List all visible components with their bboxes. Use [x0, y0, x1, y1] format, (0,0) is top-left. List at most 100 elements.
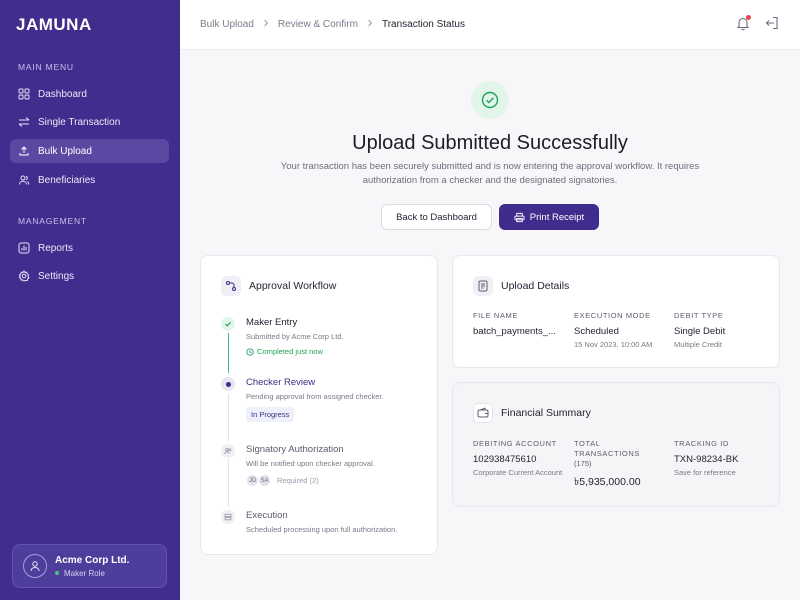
wallet-icon — [473, 403, 493, 423]
status-badge: In Progress — [246, 407, 295, 422]
users-icon — [221, 444, 235, 458]
debiting-account-sub: Corporate Current Account — [473, 468, 563, 477]
step-description: Submitted by Acme Corp Ltd. — [246, 332, 344, 341]
field-label: DEBIT TYPE — [674, 311, 724, 320]
workflow-connector — [228, 394, 229, 442]
grid-icon — [18, 88, 30, 100]
avatar — [23, 554, 47, 578]
step-description: Pending approval from assigned checker. — [246, 392, 384, 401]
sidebar-item-dashboard[interactable]: Dashboard — [10, 82, 169, 106]
logout-icon[interactable] — [764, 15, 780, 31]
server-icon — [221, 510, 235, 524]
field-label: DEBITING ACCOUNT — [473, 439, 557, 448]
status-description: Your transaction has been securely submi… — [280, 161, 700, 186]
sidebar-item-label: Bulk Upload — [38, 145, 92, 157]
field-label: EXECUTION MODE — [574, 311, 651, 320]
debiting-account-value: 102938475610 — [473, 454, 537, 465]
gear-icon — [18, 270, 30, 282]
step-description: Scheduled processing upon full authoriza… — [246, 525, 398, 534]
signatory-list: JD SA Required (2) — [246, 474, 426, 487]
sidebar-item-reports[interactable]: Reports — [10, 236, 169, 260]
sidebar-item-beneficiaries[interactable]: Beneficiaries — [10, 168, 169, 192]
back-to-dashboard-button[interactable]: Back to Dashboard — [381, 204, 492, 230]
total-transactions-field: TOTAL TRANSACTIONS (175) ৳5,935,000.00 — [574, 439, 654, 492]
total-transactions-count: (175) — [574, 459, 592, 468]
step-name: Checker Review — [246, 377, 316, 388]
file-name-value: batch_payments_... — [473, 326, 556, 337]
field-label: FILE NAME — [473, 311, 518, 320]
card-title: Upload Details — [501, 280, 570, 292]
workflow-connector — [228, 333, 229, 373]
card-header: Upload Details — [473, 276, 569, 296]
user-icon — [30, 561, 40, 572]
print-receipt-label: Print Receipt — [529, 211, 585, 223]
card-title: Approval Workflow — [249, 280, 337, 292]
step-status: Completed just now — [246, 347, 426, 356]
field-label: TRACKING ID — [674, 439, 729, 448]
approval-workflow-card: Approval Workflow Maker Entry Submitted … — [200, 255, 438, 555]
users-icon — [18, 174, 30, 186]
sidebar-item-label: Reports — [38, 242, 74, 254]
notification-badge — [746, 15, 751, 20]
sidebar-item-settings[interactable]: Settings — [10, 264, 169, 288]
top-header: Bulk Upload Review & Confirm Transaction… — [180, 0, 800, 50]
brand-logo: JAMUNA — [16, 15, 92, 34]
printer-icon — [514, 212, 525, 222]
upload-icon — [18, 145, 30, 157]
sidebar: JAMUNA MAIN MENU Dashboard Single Transa… — [0, 0, 180, 600]
debiting-account-field: DEBITING ACCOUNT 102938475610 Corporate … — [473, 439, 563, 478]
file-name-field: FILE NAME batch_payments_... — [473, 311, 563, 337]
sidebar-item-label: Single Transaction — [38, 116, 121, 128]
main-menu-label: MAIN MENU — [18, 62, 74, 72]
upload-details-card: Upload Details FILE NAME batch_payments_… — [452, 255, 780, 368]
page-title: Upload Submitted Successfully — [352, 132, 628, 154]
step-name: Signatory Authorization — [246, 444, 344, 455]
tracking-id-field: TRACKING ID TXN-98234-BK Save for refere… — [674, 439, 764, 478]
financial-summary-card: Financial Summary DEBITING ACCOUNT 10293… — [452, 382, 780, 507]
bar-chart-icon — [18, 242, 30, 254]
notification-bell-icon[interactable] — [735, 15, 751, 31]
sidebar-item-label: Beneficiaries — [38, 174, 96, 186]
print-receipt-button[interactable]: Print Receipt — [499, 204, 599, 230]
arrows-exchange-icon — [18, 116, 30, 128]
success-check-icon — [471, 81, 509, 119]
card-header: Financial Summary — [473, 403, 591, 423]
user-profile-card[interactable]: Acme Corp Ltd. Maker Role — [12, 544, 167, 588]
breadcrumb: Bulk Upload Review & Confirm Transaction… — [200, 19, 465, 30]
card-header: Approval Workflow — [221, 276, 336, 296]
sidebar-item-bulk-upload[interactable]: Bulk Upload — [10, 139, 169, 163]
card-title: Financial Summary — [501, 407, 591, 419]
user-role: Maker Role — [55, 569, 129, 578]
sidebar-item-label: Settings — [38, 270, 75, 282]
document-icon — [473, 276, 493, 296]
online-status-dot — [55, 571, 59, 575]
tracking-id-value[interactable]: TXN-98234-BK — [674, 454, 764, 465]
in-progress-dot-icon — [221, 377, 235, 391]
step-name: Execution — [246, 510, 288, 521]
debit-type-value: Single Debit — [674, 326, 726, 337]
workflow-icon — [221, 276, 241, 296]
clock-icon — [246, 347, 254, 356]
execution-mode-field: EXECUTION MODE Scheduled 15 Nov 2023, 10… — [574, 311, 669, 350]
execution-date: 15 Nov 2023, 10:00 AM — [574, 340, 653, 349]
breadcrumb-item-current: Transaction Status — [381, 19, 465, 30]
chevron-right-icon — [366, 19, 374, 30]
debit-type-sub: Multiple Credit — [674, 340, 722, 349]
sidebar-item-single-transaction[interactable]: Single Transaction — [10, 110, 169, 134]
signatory-avatar: SA — [258, 474, 271, 487]
step-status-label: Completed just now — [257, 347, 323, 356]
breadcrumb-item-bulk-upload[interactable]: Bulk Upload — [200, 19, 254, 30]
execution-mode-value: Scheduled — [574, 326, 619, 337]
chevron-right-icon — [262, 19, 270, 30]
field-label: TOTAL TRANSACTIONS — [574, 439, 640, 458]
sidebar-item-label: Dashboard — [38, 88, 87, 100]
breadcrumb-item-review-confirm[interactable]: Review & Confirm — [278, 19, 358, 30]
check-icon — [221, 317, 235, 331]
user-role-label: Maker Role — [64, 568, 105, 578]
total-amount-value: ৳5,935,000.00 — [574, 476, 641, 488]
tracking-id-sub: Save for reference — [674, 468, 736, 477]
step-description: Will be notified upon checker approval. — [246, 459, 375, 468]
workflow-connector — [228, 459, 229, 507]
step-name: Maker Entry — [246, 317, 298, 328]
user-name: Acme Corp Ltd. — [55, 554, 130, 566]
